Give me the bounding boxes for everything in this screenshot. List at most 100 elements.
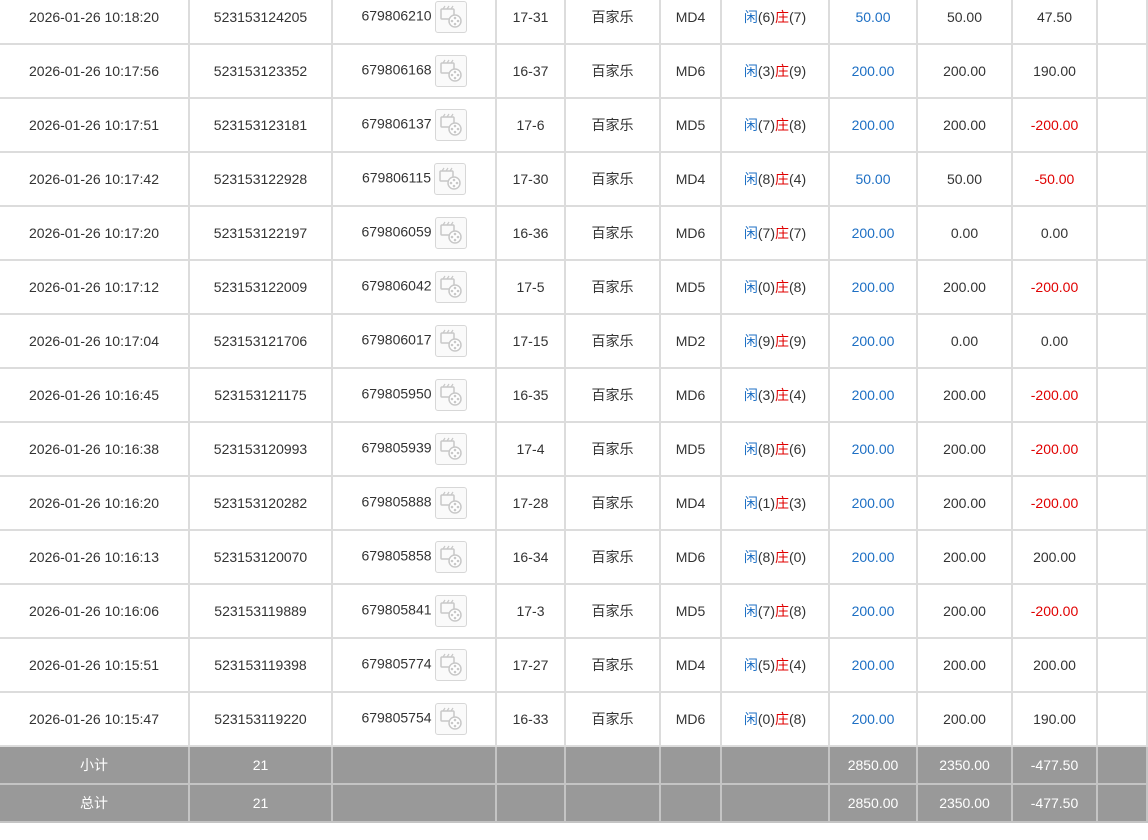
table-number: 17-27 bbox=[496, 638, 566, 693]
game-type: 百家乐 bbox=[565, 260, 661, 315]
bet-time: 2026-01-26 10:15:47 bbox=[0, 692, 190, 747]
video-replay-button[interactable] bbox=[434, 1, 467, 33]
empty-cell bbox=[1097, 44, 1148, 99]
valid-amount: 200.00 bbox=[917, 422, 1013, 477]
video-replay-button[interactable] bbox=[434, 541, 467, 573]
player-label: 闲 bbox=[743, 333, 758, 349]
empty-cell bbox=[1097, 206, 1148, 261]
banker-label: 庄 bbox=[775, 279, 789, 295]
player-score: (0) bbox=[757, 279, 775, 295]
banker-label: 庄 bbox=[775, 225, 789, 241]
player-label: 闲 bbox=[743, 603, 758, 619]
summary-body: 小计 21 2850.00 2350.00 -477.50 总计 21 2850… bbox=[0, 746, 1148, 823]
video-replay-button[interactable] bbox=[434, 649, 467, 681]
player-label: 闲 bbox=[743, 63, 758, 79]
valid-amount: 200.00 bbox=[917, 638, 1013, 693]
game-type: 百家乐 bbox=[565, 152, 661, 207]
video-replay-button[interactable] bbox=[434, 595, 467, 627]
valid-amount: 200.00 bbox=[917, 530, 1013, 585]
table-number: 17-6 bbox=[496, 98, 566, 153]
bet-time: 2026-01-26 10:16:13 bbox=[0, 530, 190, 585]
video-replay-button[interactable] bbox=[434, 379, 467, 411]
room-code: MD4 bbox=[660, 638, 722, 693]
video-replay-button[interactable] bbox=[434, 109, 467, 141]
game-type: 百家乐 bbox=[565, 584, 661, 639]
room-code: MD6 bbox=[660, 206, 722, 261]
table-row: 2026-01-26 10:17:42 523153122928 679806115… bbox=[0, 152, 1148, 207]
player-label: 闲 bbox=[743, 711, 758, 727]
subtotal-valid: 2350.00 bbox=[917, 746, 1013, 785]
game-type: 百家乐 bbox=[565, 422, 661, 477]
video-replay-button[interactable] bbox=[434, 163, 467, 195]
order-number: 523153121706 bbox=[189, 314, 333, 369]
video-replay-button[interactable] bbox=[434, 217, 467, 249]
subtotal-bet: 2850.00 bbox=[829, 746, 918, 785]
video-replay-button[interactable] bbox=[434, 487, 467, 519]
room-code: MD5 bbox=[660, 584, 722, 639]
win-loss: 0.00 bbox=[1012, 314, 1098, 369]
banker-score: (8) bbox=[789, 117, 807, 133]
banker-score: (3) bbox=[789, 495, 807, 511]
game-id: 679806115 bbox=[361, 169, 432, 186]
player-score: (7) bbox=[757, 117, 775, 133]
empty-cell bbox=[1097, 638, 1148, 693]
table-row: 2026-01-26 10:17:56 523153123352 679806168… bbox=[0, 44, 1148, 99]
order-number: 523153120993 bbox=[189, 422, 333, 477]
win-loss: -200.00 bbox=[1012, 260, 1098, 315]
valid-amount: 200.00 bbox=[917, 44, 1013, 99]
banker-label: 庄 bbox=[775, 603, 789, 619]
table-row: 2026-01-26 10:16:13 523153120070 679805858… bbox=[0, 530, 1148, 585]
win-loss: 190.00 bbox=[1012, 692, 1098, 747]
order-number: 523153122009 bbox=[189, 260, 333, 315]
bet-amount: 200.00 bbox=[829, 530, 918, 585]
total-label: 总计 bbox=[0, 784, 190, 823]
banker-label: 庄 bbox=[775, 333, 789, 349]
round-result: 闲(8)庄(4) bbox=[721, 152, 830, 207]
table-row: 2026-01-26 10:16:20 523153120282 679805888… bbox=[0, 476, 1148, 531]
banker-label: 庄 bbox=[775, 495, 789, 511]
bet-time: 2026-01-26 10:16:45 bbox=[0, 368, 190, 423]
game-id-cell: 679805841 bbox=[332, 584, 497, 639]
game-id-cell: 679805939 bbox=[332, 422, 497, 477]
bet-amount: 200.00 bbox=[829, 44, 918, 99]
player-label: 闲 bbox=[743, 657, 758, 673]
win-loss: -50.00 bbox=[1012, 152, 1098, 207]
game-id-cell: 679806042 bbox=[332, 260, 497, 315]
game-type: 百家乐 bbox=[565, 206, 661, 261]
game-type: 百家乐 bbox=[565, 476, 661, 531]
room-code: MD4 bbox=[660, 152, 722, 207]
player-label: 闲 bbox=[743, 387, 758, 403]
player-score: (8) bbox=[757, 171, 775, 187]
bet-time: 2026-01-26 10:17:42 bbox=[0, 152, 190, 207]
valid-amount: 200.00 bbox=[917, 584, 1013, 639]
video-replay-button[interactable] bbox=[434, 271, 467, 303]
room-code: MD2 bbox=[660, 314, 722, 369]
order-number: 523153123352 bbox=[189, 44, 333, 99]
player-label: 闲 bbox=[743, 117, 758, 133]
room-code: MD6 bbox=[660, 368, 722, 423]
video-replay-button[interactable] bbox=[434, 703, 467, 735]
subtotal-win: -477.50 bbox=[1012, 746, 1098, 785]
game-id: 679805858 bbox=[361, 547, 432, 564]
banker-label: 庄 bbox=[775, 441, 789, 457]
win-loss: 200.00 bbox=[1012, 638, 1098, 693]
room-code: MD6 bbox=[660, 530, 722, 585]
player-label: 闲 bbox=[743, 171, 758, 187]
video-replay-button[interactable] bbox=[434, 325, 467, 357]
game-id: 679806042 bbox=[361, 277, 432, 294]
table-number: 16-37 bbox=[496, 44, 566, 99]
table-row: 2026-01-26 10:17:12 523153122009 679806042… bbox=[0, 260, 1148, 315]
video-replay-button[interactable] bbox=[434, 55, 467, 87]
win-loss: 200.00 bbox=[1012, 530, 1098, 585]
bet-amount: 200.00 bbox=[829, 98, 918, 153]
game-type: 百家乐 bbox=[565, 314, 661, 369]
banker-score: (8) bbox=[789, 279, 807, 295]
room-code: MD6 bbox=[660, 44, 722, 99]
round-result: 闲(7)庄(7) bbox=[721, 206, 830, 261]
banker-label: 庄 bbox=[775, 117, 789, 133]
banker-score: (4) bbox=[789, 171, 807, 187]
bet-records-table: 2026-01-26 10:18:20 523153124205 679806210… bbox=[0, 0, 1148, 823]
round-result: 闲(3)庄(4) bbox=[721, 368, 830, 423]
game-id-cell: 679806168 bbox=[332, 44, 497, 99]
video-replay-button[interactable] bbox=[434, 433, 467, 465]
